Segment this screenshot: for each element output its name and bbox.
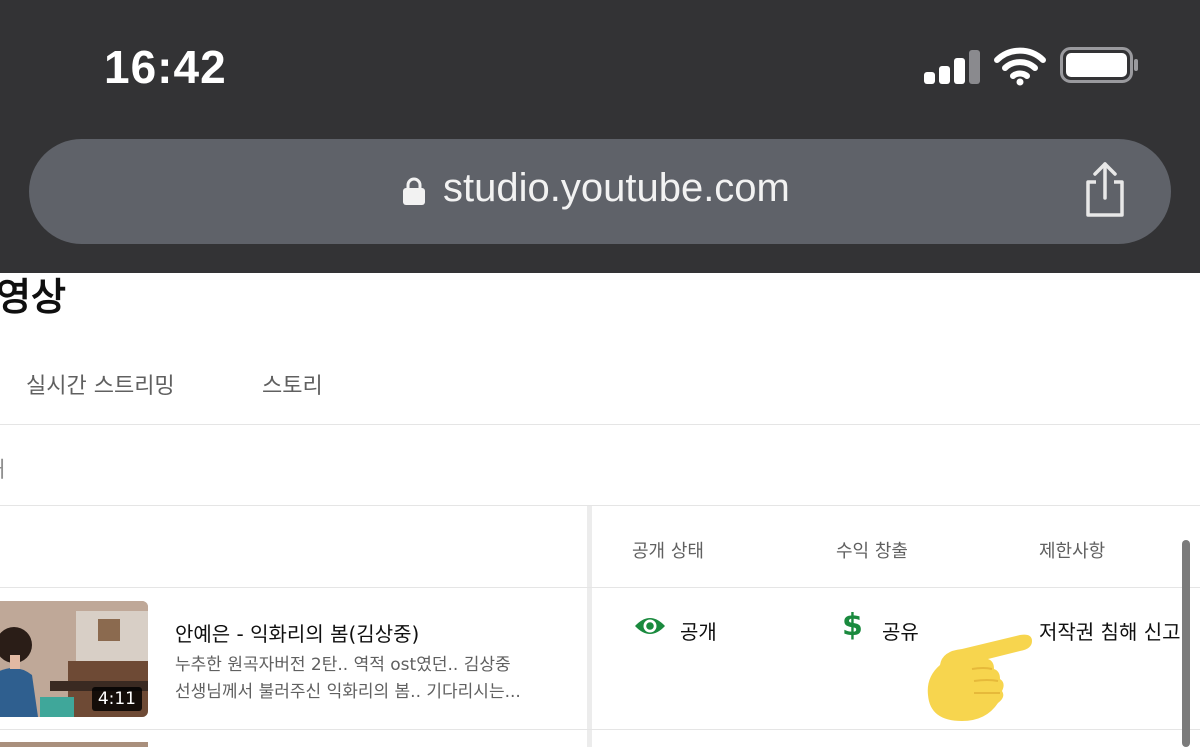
video-description: 누추한 원곡자버전 2탄.. 역적 ost였던.. 김상중 선생님께서 불러주신… [175, 652, 570, 706]
column-divider [587, 506, 592, 747]
row-divider [0, 729, 1200, 730]
pointing-hand-emoji [927, 634, 1032, 721]
video-description-line-2: 선생님께서 불러주신 익화리의 봄.. 기다리시는... [175, 682, 521, 702]
tabs-divider [0, 424, 1200, 425]
column-header-visibility[interactable]: 공개 상태 [632, 537, 704, 563]
tab-stories[interactable]: 스토리 [262, 368, 323, 400]
wifi-icon [994, 47, 1046, 86]
browser-chrome: 16:42 studio.youtube.com [0, 0, 1200, 273]
cellular-signal-icon [924, 50, 980, 84]
tab-live-streaming[interactable]: 실시간 스트리밍 [26, 368, 175, 400]
video-title[interactable]: 안예은 - 익화리의 봄(김상중) [175, 618, 419, 647]
page-title: 영상 [0, 275, 66, 319]
next-video-thumbnail[interactable] [0, 742, 148, 747]
dollar-icon: $ [842, 608, 863, 643]
lock-icon [403, 177, 425, 205]
video-duration-badge: 4:11 [91, 687, 142, 711]
column-header-monetization[interactable]: 수익 창출 [836, 537, 908, 563]
filter-input[interactable]: ㅓ [0, 452, 10, 484]
monetization-status[interactable]: 공유 [882, 616, 919, 645]
header-divider [0, 587, 1200, 588]
eye-icon [635, 618, 665, 634]
restriction-status[interactable]: 저작권 침해 신고 [1039, 616, 1182, 645]
share-icon[interactable] [1080, 160, 1130, 218]
url-text[interactable]: studio.youtube.com [443, 166, 790, 211]
scrollbar[interactable] [1182, 540, 1190, 747]
video-description-line-1: 누추한 원곡자버전 2탄.. 역적 ost였던.. 김상중 [175, 655, 511, 675]
video-thumbnail[interactable]: 4:11 [0, 601, 148, 717]
column-header-restrictions[interactable]: 제한사항 [1039, 537, 1105, 563]
battery-icon [1060, 47, 1138, 83]
filter-divider [0, 505, 1200, 506]
visibility-status[interactable]: 공개 [680, 616, 717, 645]
status-time: 16:42 [104, 41, 227, 93]
